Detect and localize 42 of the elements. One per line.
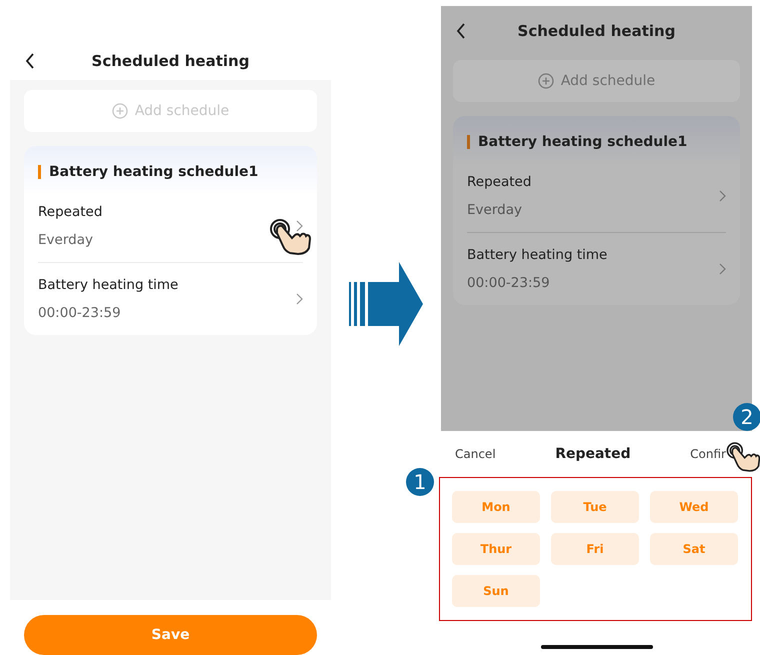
back-icon[interactable] (25, 53, 35, 69)
day-option[interactable]: Fri (551, 533, 639, 565)
tapping-hand-icon (268, 218, 312, 256)
setting-row[interactable]: Battery heating time 00:00-23:59 (467, 232, 726, 305)
setting-row[interactable]: Repeated Everday (467, 168, 726, 232)
day-option[interactable]: Wed (650, 491, 738, 523)
add-schedule-button[interactable]: Add schedule (453, 60, 740, 102)
setting-label: Battery heating time (467, 247, 608, 263)
step-badge: 1 (406, 468, 434, 496)
day-option[interactable]: Thur (452, 533, 540, 565)
accent-bar (38, 164, 41, 179)
day-option[interactable]: Sun (452, 575, 540, 607)
setting-label: Repeated (38, 204, 102, 220)
right-arrow-icon (349, 262, 423, 346)
setting-value: 00:00-23:59 (467, 275, 551, 291)
cancel-button[interactable]: Cancel (455, 447, 496, 461)
schedule-title: Battery heating schedule1 (49, 164, 258, 180)
setting-row[interactable]: Repeated Everday (38, 198, 303, 262)
chevron-right-icon (719, 263, 726, 275)
day-option[interactable]: Mon (452, 491, 540, 523)
setting-value: Everday (467, 202, 523, 218)
setting-label: Battery heating time (38, 276, 178, 293)
tapping-hand-icon (725, 440, 760, 474)
schedule-title: Battery heating schedule1 (478, 134, 688, 150)
confirm-button[interactable]: Confir (690, 447, 726, 461)
accent-bar (467, 135, 470, 149)
back-icon[interactable] (456, 23, 466, 39)
screen-title: Scheduled heating (92, 52, 250, 70)
sheet-title: Repeated (555, 446, 631, 462)
screen-title: Scheduled heating (518, 22, 676, 40)
setting-value: Everday (38, 232, 94, 248)
chevron-right-icon (296, 292, 303, 305)
plus-circle-icon (538, 73, 554, 89)
chevron-right-icon (719, 190, 726, 202)
setting-row[interactable]: Battery heating time 00:00-23:59 (38, 262, 303, 335)
day-option[interactable]: Sat (650, 533, 738, 565)
chevron-right-icon (296, 220, 303, 232)
setting-value: 00:00-23:59 (38, 304, 122, 321)
save-button[interactable]: Save (24, 615, 317, 655)
plus-circle-icon (112, 102, 128, 119)
day-option[interactable]: Tue (551, 491, 639, 523)
setting-label: Repeated (467, 174, 532, 190)
